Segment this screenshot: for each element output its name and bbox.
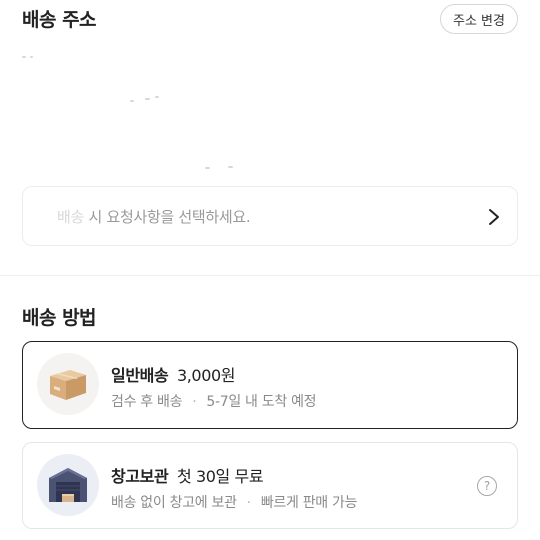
redacted-address-trace [130, 100, 134, 102]
warehouse-storage-name: 창고보관 [111, 467, 169, 486]
warehouse-storage-detail-2: 빠르게 판매 가능 [260, 495, 358, 511]
warehouse-icon [37, 454, 99, 516]
redacted-address-trace [155, 96, 159, 98]
section-divider [0, 275, 540, 276]
redacted-address-trace [145, 98, 150, 100]
standard-shipping-option[interactable]: 일반배송 3,000원 검수 후 배송 · 5-7일 내 도착 예정 [22, 341, 518, 429]
redacted-address-trace [228, 166, 233, 168]
delivery-request-placeholder: 배송 시 요청사항을 선택하세요. [57, 206, 251, 227]
warehouse-storage-title: 창고보관 첫 30일 무료 [111, 463, 264, 487]
separator-dot: · [246, 495, 251, 511]
shipping-address-title: 배송 주소 [22, 9, 97, 31]
standard-shipping-detail-1: 검수 후 배송 [111, 394, 183, 410]
delivery-request-label: 시 요청사항을 선택하세요. [88, 207, 251, 226]
change-address-button[interactable]: 주소 변경 [440, 4, 518, 34]
delivery-request-prefix: 배송 [57, 207, 85, 226]
separator-dot: · [192, 394, 197, 410]
redacted-address-trace [205, 167, 210, 169]
warehouse-storage-option[interactable]: 창고보관 첫 30일 무료 배송 없이 창고에 보관 · 빠르게 판매 가능 ? [22, 442, 518, 529]
help-question-icon[interactable]: ? [477, 476, 497, 496]
redacted-address-trace [22, 56, 26, 58]
standard-shipping-name: 일반배송 [111, 366, 169, 385]
warehouse-storage-price: 첫 30일 무료 [176, 467, 264, 486]
redacted-address-trace [30, 56, 33, 58]
shipping-method-title: 배송 방법 [22, 307, 97, 329]
standard-shipping-price: 3,000원 [176, 366, 236, 385]
package-box-icon [37, 353, 99, 415]
standard-shipping-title: 일반배송 3,000원 [111, 362, 235, 386]
standard-shipping-detail: 검수 후 배송 · 5-7일 내 도착 예정 [111, 391, 317, 411]
warehouse-storage-detail: 배송 없이 창고에 보관 · 빠르게 판매 가능 [111, 492, 358, 512]
warehouse-storage-detail-1: 배송 없이 창고에 보관 [111, 495, 237, 511]
delivery-request-selector[interactable]: 배송 시 요청사항을 선택하세요. [22, 186, 518, 246]
standard-shipping-detail-2: 5-7일 내 도착 예정 [206, 394, 317, 410]
chevron-right-icon [489, 209, 499, 225]
